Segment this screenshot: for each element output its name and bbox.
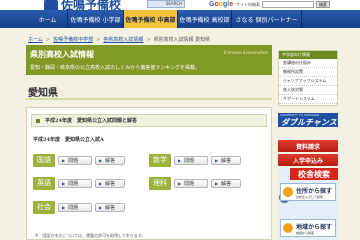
arrow-right-icon: ▶ xyxy=(99,157,103,163)
sidebar-info-box: 中学部向け情報 各講座の仕組み 教務所設置 ジャンプアップシステム 各入試対策 … xyxy=(278,50,338,106)
sidebar-item-courses[interactable]: 各講座の仕組み xyxy=(279,59,337,68)
arrow-right-icon: ▶ xyxy=(178,157,182,163)
logo-text: 佐鳴予備校 xyxy=(61,0,122,10)
sidebar-item-jumpup[interactable]: ジャンプアップシステム xyxy=(279,77,337,86)
site-search-label: サイト内検索 xyxy=(236,2,260,7)
nav-item-high-school[interactable]: 佐鳴予備校 高校部 xyxy=(178,10,232,28)
answer-button[interactable]: ▶ 解答 xyxy=(211,178,241,188)
breadcrumb-home[interactable]: ホーム xyxy=(28,37,43,43)
problem-button[interactable]: ▶ 問題 xyxy=(174,178,208,188)
header: 佐鳴予備校 SEARCH Google サイト内検索 検索 xyxy=(0,0,360,10)
search-by-map-button[interactable]: 地域から探す 地図から検索 xyxy=(280,219,336,237)
answer-button[interactable]: ▶ 解答 xyxy=(211,155,241,165)
arrow-right-icon: ▶ xyxy=(215,180,219,186)
site-logo[interactable]: 佐鳴予備校 xyxy=(44,0,121,10)
site-search-submit-button[interactable]: 検索 xyxy=(316,1,330,8)
banner-description: 愛知・静岡・岐阜県の公立高校入試のしくみから偏差値ランキングを掲載。 xyxy=(30,65,201,71)
logo-mark-icon xyxy=(44,0,58,10)
answer-button[interactable]: ▶ 解答 xyxy=(95,202,125,212)
subject-row-shakai: 社会 ▶ 問題 ▶ 解答 xyxy=(33,200,125,214)
subject-row-rika: 理科 ▶ 問題 ▶ 解答 xyxy=(149,176,241,190)
subject-row-eigo: 英語 ▶ 問題 ▶ 解答 xyxy=(33,176,125,190)
breadcrumb-exam-info[interactable]: 各県高校入試情報 xyxy=(103,37,143,43)
exam-box: 平成24年度 愛知県公立入試問題と解答 平成24年度 愛知県公立入試A 国語 ▶… xyxy=(26,107,272,240)
arrow-right-icon: ▶ xyxy=(62,204,66,210)
exam-title: 平成24年度 愛知県公立入試A xyxy=(33,137,104,143)
answer-button[interactable]: ▶ 解答 xyxy=(95,155,125,165)
exam-box-header: 平成24年度 愛知県公立入試問題と解答 xyxy=(31,114,267,127)
sidebar-info-header: 中学部向け情報 xyxy=(279,51,337,59)
subject-row-kokugo: 国語 ▶ 問題 ▶ 解答 xyxy=(33,153,125,167)
search-by-address-text: 住所から探す 住所を入力して検索 xyxy=(296,187,333,199)
subject-label: 社会 xyxy=(33,200,55,214)
banner-main-text: ダブルチャンス xyxy=(281,118,337,127)
problem-button[interactable]: ▶ 問題 xyxy=(58,178,92,188)
search-by-address-button[interactable]: 住所から探す 住所を入力して検索 xyxy=(280,183,336,201)
request-materials-button[interactable]: 資料請求 xyxy=(278,140,338,152)
arrow-right-icon: ▶ xyxy=(99,204,103,210)
sidebar-item-support[interactable]: サポートシステム xyxy=(279,95,337,104)
arrow-right-icon: ▶ xyxy=(178,180,182,186)
square-bullet-icon xyxy=(36,118,40,123)
google-logo: Google xyxy=(209,1,234,8)
page: 佐鳴予備校 SEARCH Google サイト内検索 検索 ホーム 佐鳴予備校 … xyxy=(0,0,360,240)
arrow-right-icon: ▶ xyxy=(62,157,66,163)
copyright-note: ※ 国語の本文については、掲載の許可を取得しております。 xyxy=(35,233,146,238)
answer-button[interactable]: ▶ 解答 xyxy=(95,178,125,188)
nav-item-junior-high[interactable]: 佐鳴予備校 中高部 xyxy=(124,10,178,28)
main-nav: ホーム 佐鳴予備校 小学部 佐鳴予備校 中高部 佐鳴予備校 高校部 さなる 個別… xyxy=(0,10,360,28)
header-search-button[interactable]: SEARCH xyxy=(147,0,185,8)
problem-button[interactable]: ▶ 問題 xyxy=(58,155,92,165)
search-by-map-text: 地域から探す 地図から検索 xyxy=(296,223,333,235)
school-search-title: 校舎検索 xyxy=(290,168,338,180)
nav-item-elementary[interactable]: 佐鳴予備校 小学部 xyxy=(68,10,124,28)
banner-subtitle: Entrance Examination xyxy=(223,50,268,55)
arrow-right-icon: ▶ xyxy=(99,180,103,186)
location-pin-icon xyxy=(283,187,293,197)
nav-item-home[interactable]: ホーム xyxy=(28,10,68,28)
map-icon xyxy=(283,223,293,233)
double-chance-banner[interactable]: UNIVERSITY TO PROGRAM ダブルチャンス xyxy=(278,113,338,127)
nav-item-individual[interactable]: さなる 個別パートナー xyxy=(232,10,302,28)
subject-label: 理科 xyxy=(149,176,171,190)
arrow-right-icon: ▶ xyxy=(62,180,66,186)
page-title: 愛知県 xyxy=(26,84,272,100)
breadcrumb-current: 県別高校入試情報 愛知県 xyxy=(153,37,211,43)
enroll-button[interactable]: 入学申込み xyxy=(278,154,338,166)
main-content: 県別高校入試情報 Entrance Examination 愛知・静岡・岐阜県の… xyxy=(26,45,272,240)
problem-button[interactable]: ▶ 問題 xyxy=(58,202,92,212)
sidebar-item-office[interactable]: 教務所設置 xyxy=(279,68,337,77)
subject-label: 英語 xyxy=(33,176,55,190)
subject-label: 数学 xyxy=(149,153,171,167)
breadcrumb: ホーム > 佐鳴予備校中学部 > 各県高校入試情報 > 県別高校入試情報 愛知県 xyxy=(28,37,211,43)
sidebar-item-exam-prep[interactable]: 各入試対策 xyxy=(279,86,337,95)
subject-label: 国語 xyxy=(33,153,55,167)
breadcrumb-junior-high[interactable]: 佐鳴予備校中学部 xyxy=(53,37,93,43)
page-banner: 県別高校入試情報 Entrance Examination 愛知・静岡・岐阜県の… xyxy=(26,45,272,75)
exam-box-heading: 平成24年度 愛知県公立入試問題と解答 xyxy=(45,118,137,124)
school-search-panel: 校舎検索 住所から探す 住所を入力して検索 地域から探す 地図から検索 xyxy=(278,168,338,240)
problem-button[interactable]: ▶ 問題 xyxy=(174,155,208,165)
subject-row-sugaku: 数学 ▶ 問題 ▶ 解答 xyxy=(149,153,241,167)
arrow-right-icon: ▶ xyxy=(215,157,219,163)
site-search-input[interactable] xyxy=(262,1,314,8)
